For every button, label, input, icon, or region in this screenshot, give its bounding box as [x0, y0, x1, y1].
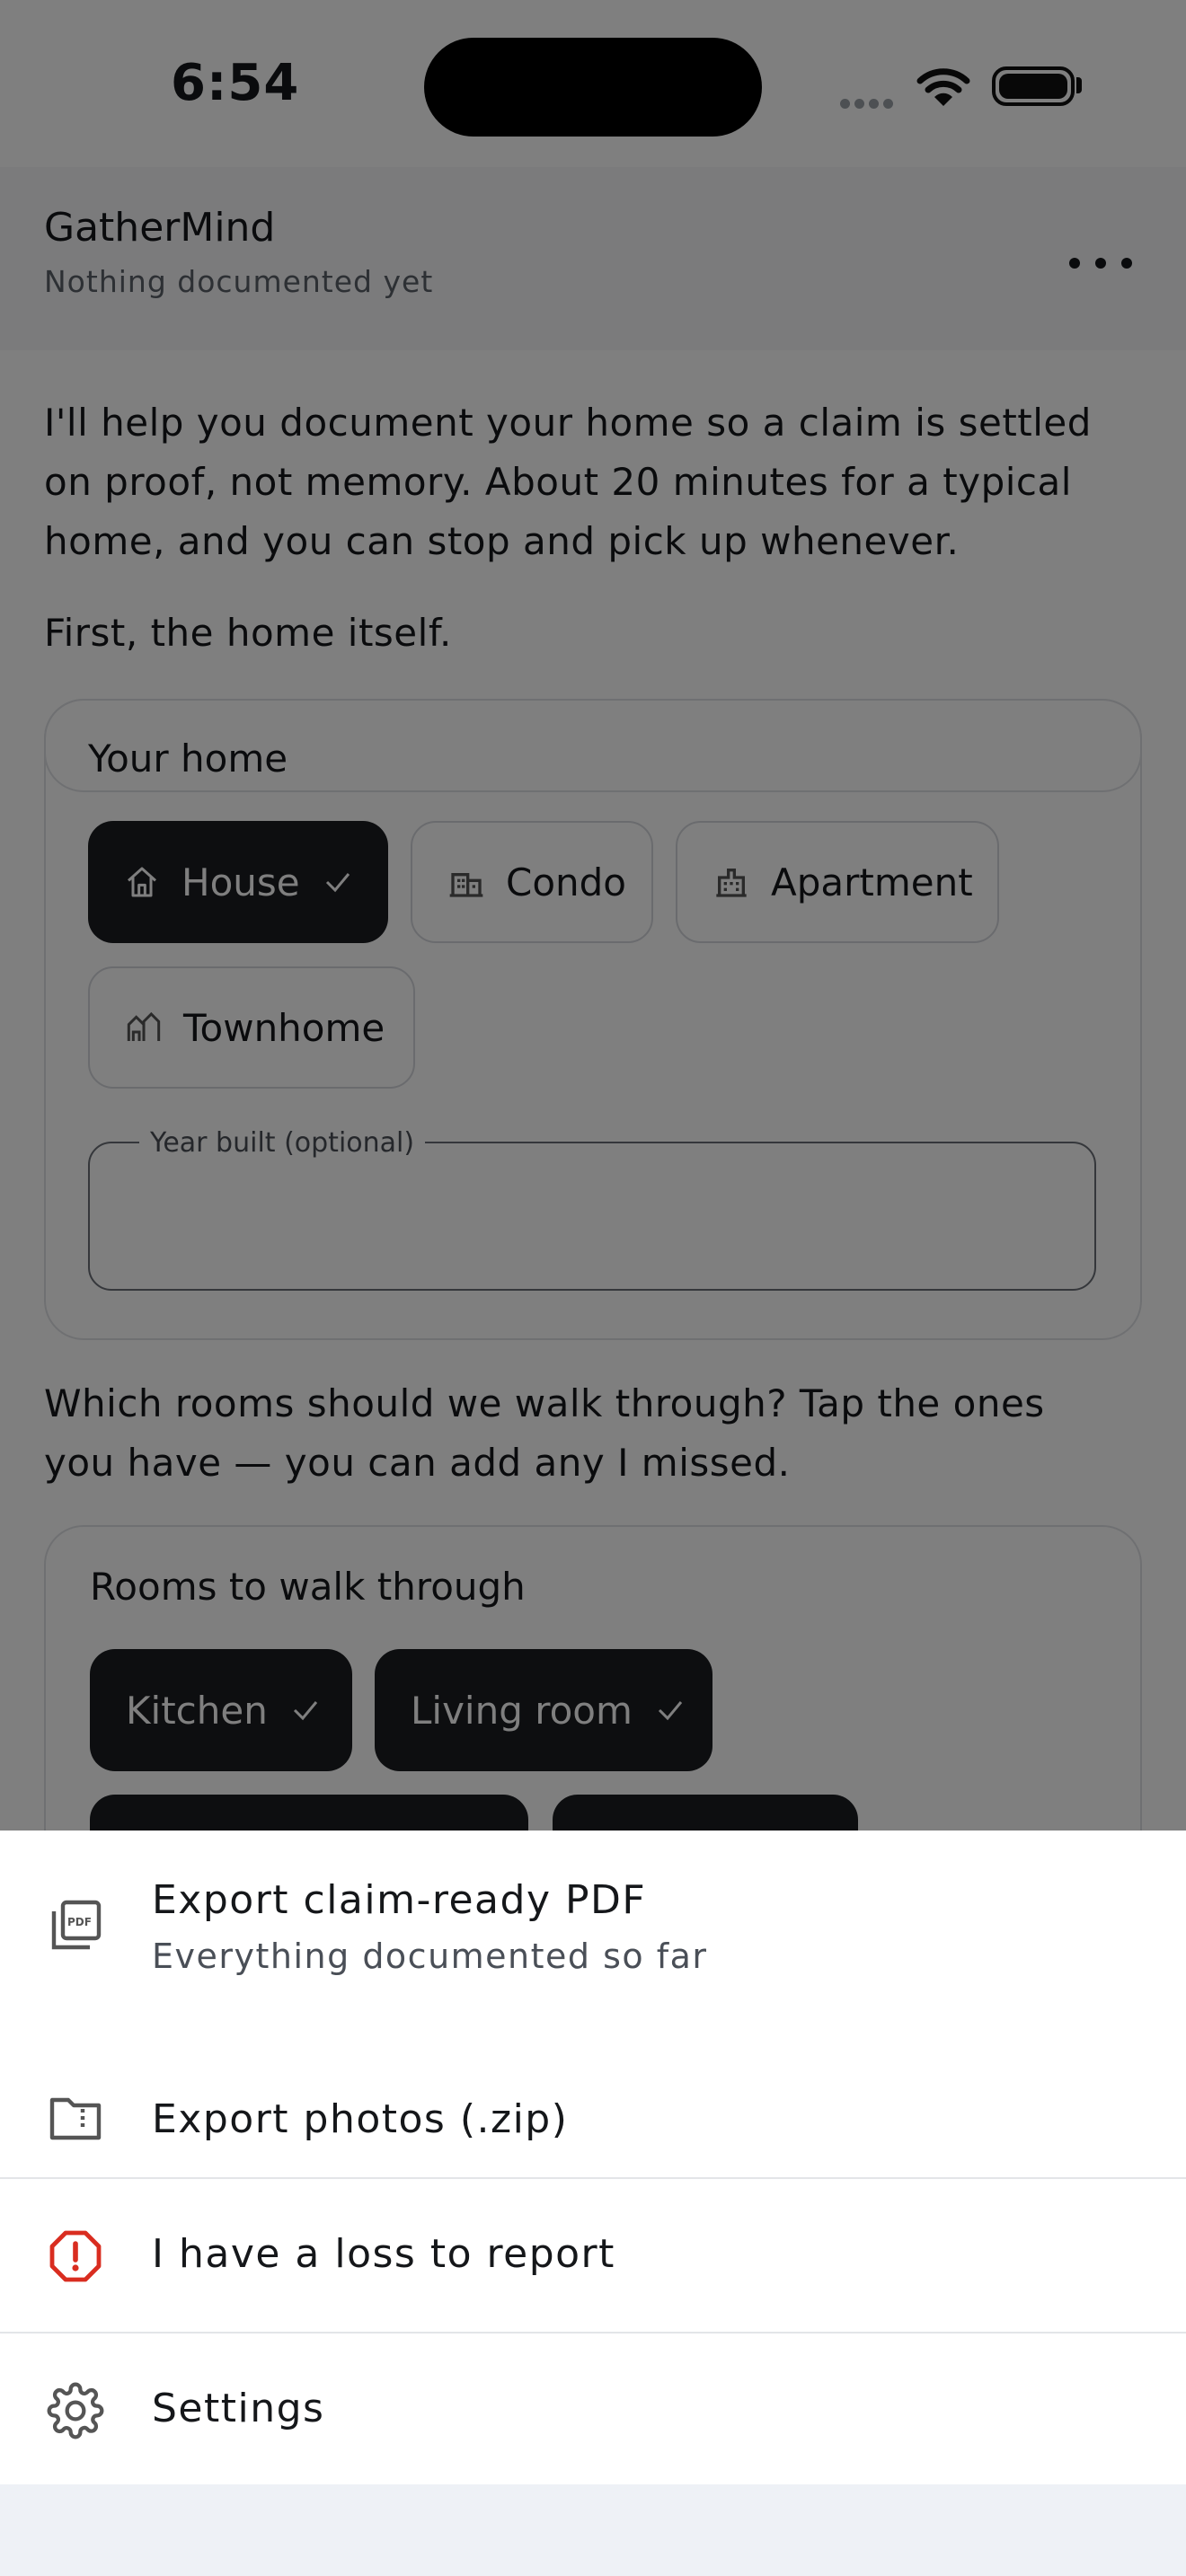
settings-item[interactable]: Settings	[0, 2333, 1186, 2484]
export-pdf-item[interactable]: PDF Export claim-ready PDF Everything do…	[0, 1831, 1186, 2026]
export-pdf-sublabel: Everything documented so far	[152, 1936, 708, 1976]
alert-octagon-icon	[45, 2226, 106, 2287]
app-screen: 6:54 GatherMind Nothing documented yet I…	[0, 0, 1186, 2576]
svg-text:PDF: PDF	[67, 1916, 92, 1928]
report-loss-item[interactable]: I have a loss to report	[0, 2179, 1186, 2332]
export-photos-label: Export photos (.zip)	[152, 2096, 569, 2142]
gear-icon	[45, 2380, 106, 2441]
settings-label: Settings	[152, 2386, 325, 2431]
zip-folder-icon	[45, 2087, 106, 2148]
pdf-file-icon: PDF	[45, 1895, 106, 1956]
export-pdf-label: Export claim-ready PDF	[152, 1877, 647, 1923]
report-loss-label: I have a loss to report	[152, 2231, 615, 2277]
actions-sheet: PDF Export claim-ready PDF Everything do…	[0, 1831, 1186, 2484]
modal-scrim[interactable]	[0, 0, 1186, 1832]
home-indicator-area	[0, 2484, 1186, 2576]
